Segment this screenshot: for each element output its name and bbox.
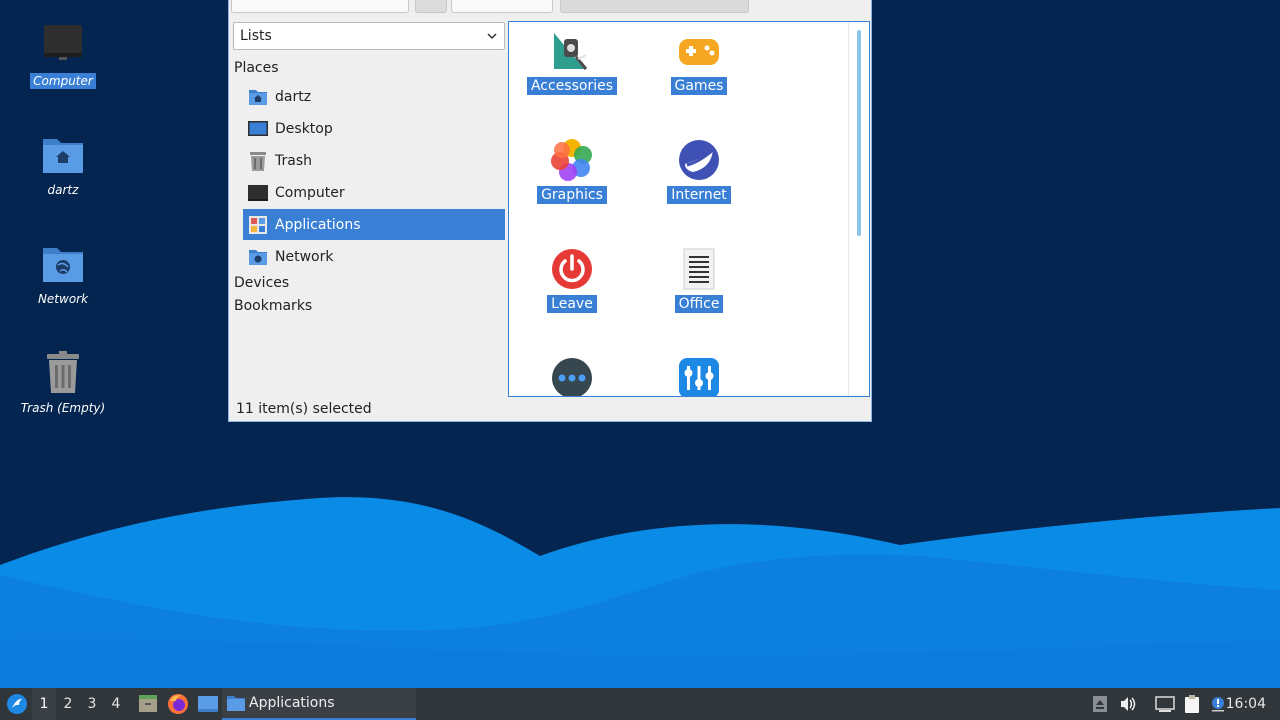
network-folder-icon	[43, 248, 83, 282]
scrollbar-track[interactable]	[848, 22, 849, 396]
sidebar-item-label: Trash	[275, 152, 312, 169]
power-icon	[552, 249, 592, 289]
desktop-icon	[248, 120, 268, 136]
toolbar	[229, 0, 871, 13]
other-icon	[552, 358, 592, 396]
taskbar: 1 2 3 4 Applications 16:04	[0, 688, 1280, 720]
games-icon	[679, 39, 719, 65]
desktop-icon-home[interactable]: dartz	[8, 131, 118, 198]
item-label: Internet	[667, 186, 731, 204]
eject-icon	[1093, 696, 1107, 712]
chevron-down-icon	[487, 33, 497, 40]
sidebar-item-dartz[interactable]: dartz	[243, 81, 505, 112]
sidebar-item-applications[interactable]: Applications	[243, 209, 505, 240]
clock[interactable]: 16:04	[1226, 696, 1266, 712]
network-icon	[1155, 696, 1175, 712]
item-label: Accessories	[526, 77, 618, 95]
desktop-icon-network[interactable]: Network	[8, 240, 118, 307]
side-pane-mode-select[interactable]: Lists	[233, 22, 505, 50]
sidebar-item-computer[interactable]: Computer	[243, 177, 505, 208]
workspace-1[interactable]: 1	[32, 688, 56, 720]
item-preferences[interactable]	[639, 356, 759, 396]
office-icon	[683, 248, 715, 290]
side-pane-mode-value: Lists	[240, 28, 272, 44]
status-bar-text: 11 item(s) selected	[236, 401, 372, 417]
computer-icon	[248, 184, 268, 201]
desktop-icon-label: Network	[37, 292, 89, 306]
lubuntu-logo-icon	[7, 694, 27, 714]
computer-icon	[44, 25, 82, 60]
folder-icon-view[interactable]: Accessories Games Graphics Internet Leav…	[508, 21, 870, 397]
clipboard-icon	[1185, 695, 1199, 713]
task-label: Applications	[249, 695, 335, 711]
home-folder-icon	[43, 139, 83, 173]
desktop-icon-label: Trash (Empty)	[20, 401, 106, 415]
firefox-launcher[interactable]	[166, 692, 190, 716]
item-label: Leave	[547, 295, 597, 313]
desktop-icon-label: Computer	[30, 73, 96, 89]
preferences-icon	[679, 358, 719, 396]
firefox-icon	[168, 694, 188, 714]
desktop-icon-trash[interactable]: Trash (Empty)	[8, 349, 118, 416]
devices-header[interactable]: Devices	[234, 275, 289, 291]
file-manager-window: Lists Places dartz Desktop Trash Compute…	[228, 0, 872, 422]
item-leave[interactable]: Leave	[512, 247, 632, 313]
tray-network[interactable]	[1154, 693, 1176, 715]
item-internet[interactable]: Internet	[639, 138, 759, 204]
item-other[interactable]	[512, 356, 632, 396]
start-menu-button[interactable]	[4, 692, 30, 716]
sidebar-item-label: Network	[275, 248, 334, 265]
workspace-4[interactable]: 4	[104, 688, 128, 720]
item-office[interactable]: Office	[639, 247, 759, 313]
notification-icon	[1212, 697, 1224, 712]
internet-icon	[679, 140, 719, 180]
desktop-icon-computer[interactable]: Computer	[8, 22, 118, 89]
show-desktop-button[interactable]	[196, 692, 220, 716]
tray-clipboard[interactable]	[1181, 693, 1203, 715]
home-folder-icon	[249, 89, 267, 105]
item-label: Games	[670, 77, 728, 95]
accessories-icon	[554, 33, 588, 70]
bookmarks-header[interactable]: Bookmarks	[234, 298, 312, 314]
tray-eject[interactable]	[1089, 693, 1111, 715]
item-label: Graphics	[537, 186, 607, 204]
scrollbar-thumb[interactable]	[857, 30, 861, 236]
file-cabinet-icon	[139, 695, 157, 712]
path-bar-segment[interactable]	[231, 0, 409, 13]
graphics-icon	[551, 139, 592, 181]
places-header: Places	[234, 60, 279, 76]
sidebar-item-label: Applications	[275, 216, 361, 233]
path-bar-segment[interactable]	[451, 0, 553, 13]
sidebar-item-label: Desktop	[275, 120, 333, 137]
sidebar-item-label: Computer	[275, 184, 345, 201]
task-applications[interactable]: Applications	[222, 688, 416, 720]
item-graphics[interactable]: Graphics	[512, 138, 632, 204]
item-label: Office	[674, 295, 724, 313]
sidebar-item-label: dartz	[275, 88, 312, 105]
workspace-2[interactable]: 2	[56, 688, 80, 720]
workspace-3[interactable]: 3	[80, 688, 104, 720]
item-games[interactable]: Games	[639, 29, 759, 95]
network-folder-icon	[249, 249, 267, 265]
desktop-icon	[198, 696, 218, 712]
sidebar-item-trash[interactable]: Trash	[243, 145, 505, 176]
tray-volume[interactable]	[1117, 693, 1139, 715]
trash-icon	[47, 351, 79, 393]
sidebar-item-desktop[interactable]: Desktop	[243, 113, 505, 144]
location-button[interactable]	[560, 0, 749, 13]
toolbar-button[interactable]	[415, 0, 447, 13]
item-accessories[interactable]: Accessories	[512, 29, 632, 95]
trash-icon	[250, 151, 266, 171]
file-manager-launcher[interactable]	[136, 692, 160, 716]
desktop-icon-label: dartz	[47, 183, 79, 197]
volume-icon	[1121, 697, 1136, 711]
folder-icon	[227, 696, 245, 711]
sidebar-item-network[interactable]: Network	[243, 241, 505, 272]
applications-icon	[249, 215, 267, 234]
